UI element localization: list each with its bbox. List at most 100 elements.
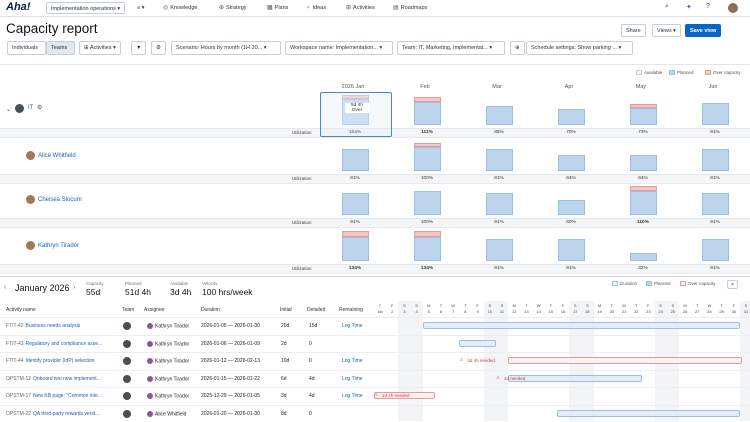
planned-bar[interactable] bbox=[414, 102, 441, 125]
filter-button[interactable]: ▼ bbox=[131, 41, 147, 55]
planned-bar[interactable] bbox=[630, 253, 657, 261]
log-time-link[interactable]: Log Time bbox=[342, 358, 363, 364]
gantt-bar[interactable] bbox=[508, 374, 643, 382]
workspace-filter[interactable]: Workspace name: Implementation... ▾ bbox=[285, 41, 393, 55]
ai-assistant-icon[interactable]: ✦ bbox=[686, 3, 692, 11]
save-view-button[interactable]: Save view bbox=[685, 24, 722, 37]
col-detailed[interactable]: Detailed bbox=[307, 307, 325, 313]
search-icon[interactable]: ⌕ bbox=[665, 3, 669, 11]
over-capacity-bar[interactable] bbox=[414, 143, 441, 147]
log-time-link[interactable]: Log Time bbox=[342, 376, 363, 382]
planned-bar[interactable] bbox=[558, 109, 585, 125]
share-button[interactable]: Share bbox=[621, 24, 646, 37]
activity-link[interactable]: QA third-party rewards vend... bbox=[33, 411, 99, 417]
views-button[interactable]: Views ▾ bbox=[652, 24, 681, 37]
activities-dropdown[interactable]: ⊞ Activities ▾ bbox=[79, 41, 121, 55]
col-assignee[interactable]: Assignee bbox=[144, 307, 165, 313]
activity-cell[interactable]: FTIT-42 Business needs analysis bbox=[6, 323, 118, 329]
activity-link[interactable]: Business needs analysis bbox=[26, 323, 81, 329]
team-filter[interactable]: Team: IT, Marketing, Implementat... ▾ bbox=[397, 41, 505, 55]
planned-bar[interactable] bbox=[342, 237, 369, 261]
activity-link[interactable]: Onboard two new implement... bbox=[33, 376, 101, 382]
member-name[interactable]: Kathryn Tirador bbox=[38, 243, 79, 249]
table-row[interactable]: FTIT-44 Identify provider (IdP) selection… bbox=[0, 352, 750, 369]
log-time-link[interactable]: Log Time bbox=[342, 393, 363, 399]
activity-cell[interactable]: FTIT-44 Identify provider (IdP) selection bbox=[6, 358, 118, 364]
schedule-settings-filter[interactable]: Schedule settings: Show parking ... ▾ bbox=[526, 41, 633, 55]
expand-chevron-icon[interactable]: ⌄ bbox=[6, 106, 11, 113]
prev-month-icon[interactable]: ‹ bbox=[4, 284, 6, 291]
gantt-bar[interactable] bbox=[557, 409, 740, 417]
nav-plans[interactable]: ▦ Plans bbox=[267, 2, 288, 14]
selected-capacity-cell[interactable]: 5d 4h Over bbox=[320, 92, 392, 137]
planned-bar[interactable] bbox=[630, 191, 657, 215]
planned-bar[interactable] bbox=[558, 155, 585, 171]
close-icon[interactable]: × bbox=[727, 280, 738, 289]
planned-bar[interactable] bbox=[630, 155, 657, 171]
col-team[interactable]: Team bbox=[122, 307, 134, 313]
activity-cell[interactable]: OPSTM-22 QA third-party rewards vend... bbox=[6, 411, 118, 417]
over-capacity-bar[interactable] bbox=[414, 231, 441, 237]
planned-bar[interactable] bbox=[486, 193, 513, 215]
planned-bar[interactable] bbox=[414, 147, 441, 171]
over-capacity-bar[interactable] bbox=[342, 231, 369, 237]
nav-knowledge[interactable]: ◎ Knowledge bbox=[163, 2, 197, 14]
individuals-toggle[interactable]: Individuals bbox=[7, 41, 46, 55]
nav-ideas[interactable]: ♀ Ideas bbox=[306, 2, 326, 14]
gantt-bar[interactable] bbox=[459, 339, 496, 347]
teams-toggle[interactable]: Teams bbox=[46, 41, 75, 55]
menu-switch-button[interactable]: ≡ ▾ bbox=[137, 2, 145, 14]
planned-bar[interactable] bbox=[702, 103, 729, 125]
planned-bar[interactable] bbox=[630, 108, 657, 125]
planned-bar[interactable] bbox=[486, 239, 513, 261]
table-row[interactable]: OPSTM-22 QA third-party rewards vend... Al… bbox=[0, 404, 750, 422]
activity-link[interactable]: Regulatory and compliance asse... bbox=[26, 341, 103, 347]
table-row[interactable]: OPSTM-17 New KB page: "Common inte... Kath… bbox=[0, 387, 750, 404]
user-avatar[interactable] bbox=[728, 3, 738, 13]
nav-roadmaps[interactable]: ▤ Roadmaps bbox=[393, 2, 427, 14]
team-name[interactable]: IT bbox=[28, 105, 33, 111]
scenario-filter[interactable]: Scenario: Hours by month (1H 20... ▾ bbox=[171, 41, 281, 55]
planned-bar[interactable] bbox=[702, 239, 729, 261]
planned-bar[interactable] bbox=[342, 149, 369, 171]
activity-link[interactable]: New KB page: "Common inte... bbox=[33, 393, 102, 399]
col-initial[interactable]: Initial bbox=[280, 307, 292, 313]
activity-link[interactable]: Identify provider (IdP) selection bbox=[26, 358, 95, 364]
velocity-value: 100 hrs/week bbox=[202, 287, 253, 297]
member-name[interactable]: Chelsea Slocum bbox=[38, 197, 82, 203]
over-capacity-bar[interactable] bbox=[630, 186, 657, 191]
gantt-bar[interactable] bbox=[422, 322, 740, 329]
planned-bar[interactable] bbox=[702, 193, 729, 215]
planned-bar[interactable] bbox=[486, 149, 513, 171]
planned-bar[interactable] bbox=[558, 239, 585, 261]
add-filter-button[interactable]: ⊕ bbox=[510, 41, 525, 55]
planned-bar[interactable] bbox=[558, 200, 585, 215]
table-row[interactable]: FTIT-43 Regulatory and compliance asse...… bbox=[0, 334, 750, 352]
activity-cell[interactable]: OPSTM-12 Onboard two new implement... bbox=[6, 376, 118, 382]
team-settings-icon[interactable]: ⚙ bbox=[37, 104, 42, 111]
activity-cell[interactable]: OPSTM-17 New KB page: "Common inte... bbox=[6, 393, 118, 399]
over-capacity-bar[interactable] bbox=[414, 97, 441, 102]
activity-cell[interactable]: FTIT-43 Regulatory and compliance asse... bbox=[6, 341, 118, 347]
planned-bar[interactable] bbox=[702, 149, 729, 171]
gantt-bar[interactable] bbox=[508, 357, 742, 364]
table-row[interactable]: FTIT-42 Business needs analysis Kathryn Ti… bbox=[0, 317, 750, 334]
help-icon[interactable]: ? bbox=[706, 3, 710, 10]
planned-bar[interactable] bbox=[342, 193, 369, 215]
workspace-selector[interactable]: Implementation operations ▾ bbox=[46, 2, 126, 14]
col-remaining[interactable]: Remaining bbox=[339, 307, 363, 313]
nav-activities[interactable]: ⊞ Activities bbox=[346, 2, 375, 14]
over-capacity-bar[interactable] bbox=[630, 104, 657, 108]
nav-strategy[interactable]: ⊕ Strategy bbox=[219, 2, 247, 14]
table-row[interactable]: OPSTM-12 Onboard two new implement... Kath… bbox=[0, 369, 750, 387]
log-time-link[interactable]: Log Time bbox=[342, 323, 363, 329]
aha-logo[interactable]: Aha! bbox=[6, 1, 30, 13]
planned-bar[interactable] bbox=[414, 191, 441, 215]
planned-bar[interactable] bbox=[414, 237, 441, 261]
planned-bar[interactable] bbox=[486, 106, 513, 125]
member-name[interactable]: Alice Whitfield bbox=[38, 153, 76, 159]
settings-button[interactable]: ⚙ bbox=[151, 41, 166, 55]
col-activity-name[interactable]: Activity name bbox=[6, 307, 36, 313]
next-month-icon[interactable]: › bbox=[73, 284, 75, 291]
col-duration[interactable]: Duration bbox=[201, 307, 220, 313]
